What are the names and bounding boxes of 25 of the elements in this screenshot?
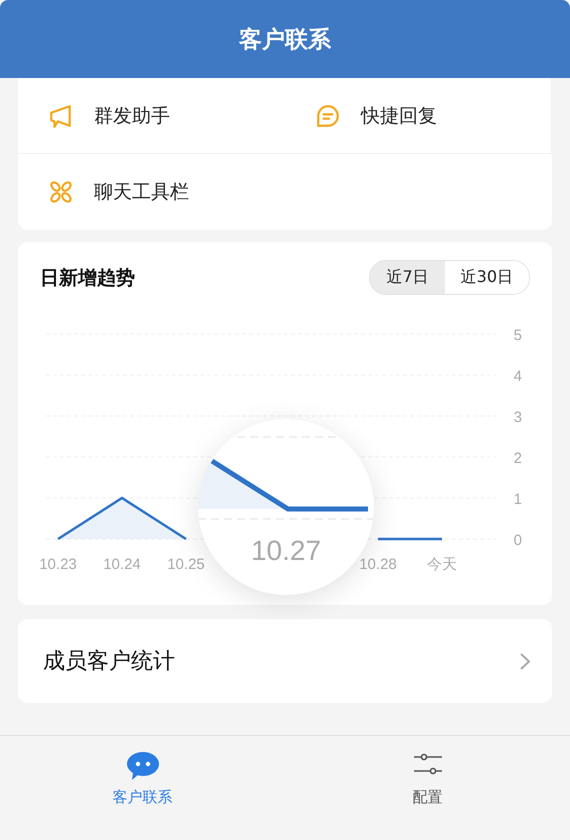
range-tab[interactable]: 近7日 [370, 261, 445, 294]
member-stats-link[interactable]: 成员客户统计 [43, 646, 175, 676]
y-tick-label: 1 [514, 491, 522, 508]
y-tick-label: 2 [514, 450, 522, 467]
x-tick-label: 10.24 [103, 556, 141, 573]
x-tick-label: 10.28 [359, 556, 397, 573]
shortcut-item[interactable]: 快捷回复 [361, 102, 437, 128]
page-title: 客户联系 [239, 26, 331, 54]
x-tick-label: 10.25 [167, 556, 205, 573]
megaphone-icon [48, 102, 74, 128]
speech-bubble-icon [315, 102, 341, 128]
x-tick-label: 今天 [427, 556, 457, 573]
shortcut-item[interactable]: 群发助手 [94, 102, 170, 128]
tab-bar-item[interactable]: 配置 [285, 736, 570, 840]
y-tick-label: 5 [514, 327, 522, 344]
y-tick-label: 3 [514, 409, 522, 426]
shortcut-item[interactable]: 聊天工具栏 [94, 179, 189, 205]
chevron-right-icon [520, 652, 530, 670]
four-petal-icon [48, 179, 74, 205]
x-tick-label: 10.23 [39, 556, 77, 573]
y-tick-label: 0 [514, 532, 522, 549]
section-title: 日新增趋势 [40, 266, 135, 290]
tab-bar-item[interactable]: 客户联系 [0, 736, 285, 840]
y-tick-label: 4 [514, 368, 522, 385]
chat-bubble-icon [126, 750, 158, 782]
